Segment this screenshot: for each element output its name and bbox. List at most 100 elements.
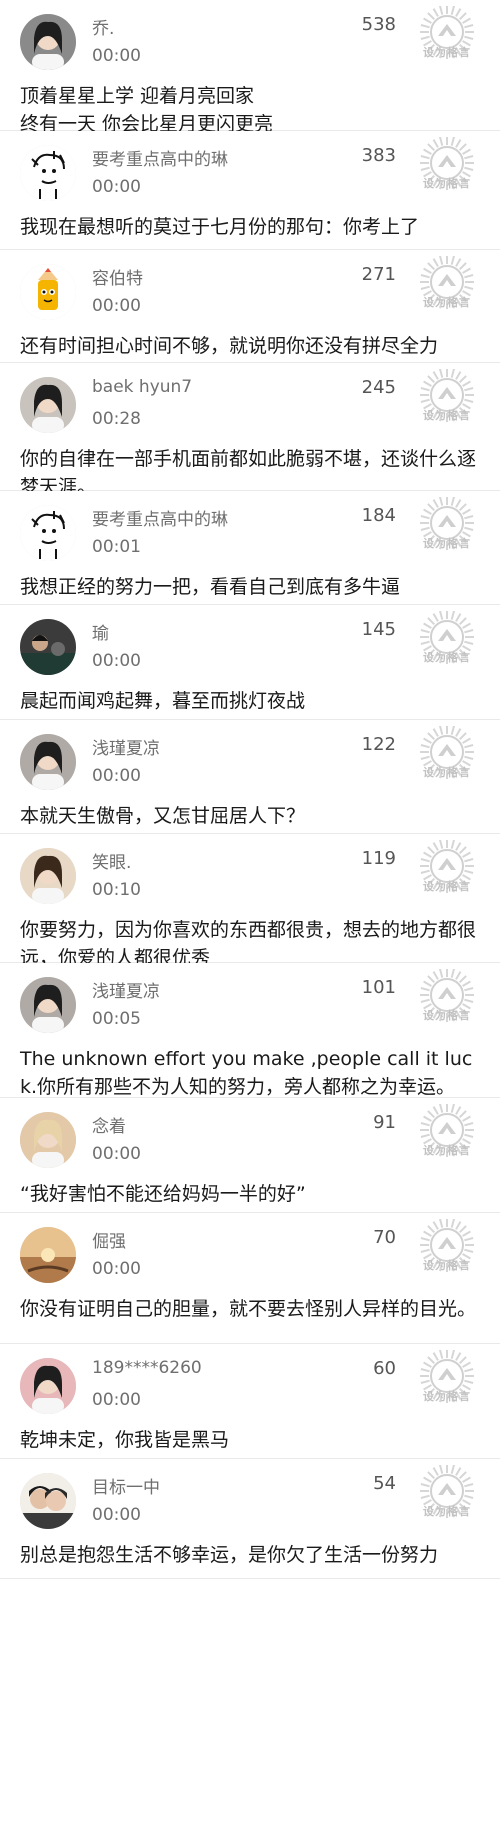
quote-text: 还有时间担心时间不够，就说明你还没有拼尽全力 — [20, 335, 439, 357]
quote-item[interactable]: 倔强 00:00 70 设为格言 你没有证明自己的胆量，就不要去怪别人异样的目光… — [0, 1213, 500, 1344]
set-as-motto-label: 设为格言 — [423, 1144, 471, 1157]
avatar[interactable] — [20, 14, 76, 70]
quote-item[interactable]: 念着 00:00 91 设为格言 “我好害怕不能还给妈妈一半的好” — [0, 1098, 500, 1213]
like-count: 383 — [361, 145, 396, 166]
set-as-motto-button[interactable]: 设为格言 — [416, 137, 478, 199]
like-count: 184 — [361, 505, 396, 526]
username[interactable]: 容伯特 — [92, 264, 143, 289]
avatar[interactable] — [20, 264, 76, 320]
audio-duration: 00:10 — [92, 880, 141, 900]
username[interactable]: 乔. — [92, 14, 114, 39]
set-as-motto-label: 设为格言 — [423, 409, 471, 422]
quote-text: 你没有证明自己的胆量，就不要去怪别人异样的目光。 — [20, 1298, 477, 1320]
set-as-motto-button[interactable]: 设为格言 — [416, 369, 478, 431]
username[interactable]: 浅瑾夏凉 — [92, 734, 160, 759]
set-as-motto-button[interactable]: 设为格言 — [416, 726, 478, 788]
set-as-motto-button[interactable]: 设为格言 — [416, 611, 478, 673]
like-count: 271 — [361, 264, 396, 285]
avatar[interactable] — [20, 734, 76, 790]
quote-item[interactable]: 乔. 00:00 538 设为格言 顶着星星上学 迎着月亮回家 终有一天 你会比星… — [0, 0, 500, 135]
set-as-motto-label: 设为格言 — [423, 880, 471, 893]
quote-text: 本就天生傲骨，又怎甘屈居人下？ — [20, 805, 306, 827]
username[interactable]: 瑜 — [92, 619, 109, 644]
avatar[interactable] — [20, 1112, 76, 1168]
like-count: 145 — [361, 619, 396, 640]
avatar[interactable] — [20, 977, 76, 1033]
audio-duration: 00:00 — [92, 766, 141, 786]
quote-text: “我好害怕不能还给妈妈一半的好” — [20, 1183, 306, 1205]
quote-text: 我想正经的努力一把，看看自己到底有多牛逼 — [20, 576, 401, 598]
audio-duration: 00:00 — [92, 177, 141, 197]
username[interactable]: 浅瑾夏凉 — [92, 977, 160, 1002]
audio-duration: 00:00 — [92, 1505, 141, 1525]
set-as-motto-label: 设为格言 — [423, 1390, 471, 1403]
like-count: 60 — [373, 1358, 396, 1379]
quote-item[interactable]: 容伯特 00:00 271 设为格言 还有时间担心时间不够，就说明你还没有拼尽全… — [0, 250, 500, 363]
avatar[interactable] — [20, 145, 76, 201]
set-as-motto-button[interactable]: 设为格言 — [416, 1219, 478, 1281]
set-as-motto-button[interactable]: 设为格言 — [416, 256, 478, 318]
quote-item[interactable]: 要考重点高中的琳 00:01 184 设为格言 我想正经的努力一把，看看自己到底… — [0, 491, 500, 605]
set-as-motto-label: 设为格言 — [423, 296, 471, 309]
set-as-motto-label: 设为格言 — [423, 46, 471, 59]
like-count: 91 — [373, 1112, 396, 1133]
like-count: 101 — [361, 977, 396, 998]
quote-text: 乾坤未定，你我皆是黑马 — [20, 1429, 230, 1451]
audio-duration: 00:01 — [92, 537, 141, 557]
set-as-motto-button[interactable]: 设为格言 — [416, 1350, 478, 1412]
quote-item[interactable]: baek hyun7 00:28 245 设为格言 你的自律在一部手机面前都如此… — [0, 363, 500, 498]
audio-duration: 00:00 — [92, 1259, 141, 1279]
username[interactable]: 目标一中 — [92, 1473, 160, 1498]
audio-duration: 00:00 — [92, 296, 141, 316]
quote-text: 晨起而闻鸡起舞，暮至而挑灯夜战 — [20, 690, 306, 712]
like-count: 538 — [361, 14, 396, 35]
avatar[interactable] — [20, 1358, 76, 1414]
avatar[interactable] — [20, 377, 76, 433]
set-as-motto-label: 设为格言 — [423, 651, 471, 664]
set-as-motto-button[interactable]: 设为格言 — [416, 840, 478, 902]
audio-duration: 00:00 — [92, 1144, 141, 1164]
username[interactable]: 要考重点高中的琳 — [92, 145, 228, 170]
username[interactable]: 倔强 — [92, 1227, 126, 1252]
set-as-motto-label: 设为格言 — [423, 766, 471, 779]
quote-item[interactable]: 189****6260 00:00 60 设为格言 乾坤未定，你我皆是黑马 — [0, 1344, 500, 1459]
set-as-motto-button[interactable]: 设为格言 — [416, 969, 478, 1031]
like-count: 119 — [361, 848, 396, 869]
quote-item[interactable]: 笑眼. 00:10 119 设为格言 你要努力，因为你喜欢的东西都很贵，想去的地… — [0, 834, 500, 969]
quote-text: 顶着星星上学 迎着月亮回家 终有一天 你会比星月更闪更亮 — [20, 85, 274, 135]
username[interactable]: 189****6260 — [92, 1358, 202, 1378]
avatar[interactable] — [20, 505, 76, 561]
audio-duration: 00:00 — [92, 651, 141, 671]
avatar[interactable] — [20, 848, 76, 904]
set-as-motto-label: 设为格言 — [423, 1259, 471, 1272]
like-count: 122 — [361, 734, 396, 755]
quote-text: 我现在最想听的莫过于七月份的那句：你考上了 — [20, 216, 420, 238]
set-as-motto-button[interactable]: 设为格言 — [416, 6, 478, 68]
username[interactable]: 笑眼. — [92, 848, 131, 873]
username[interactable]: 念着 — [92, 1112, 126, 1137]
quote-item[interactable]: 目标一中 00:00 54 设为格言 别总是抱怨生活不够幸运，是你欠了生活一份努… — [0, 1459, 500, 1579]
audio-duration: 00:28 — [92, 409, 141, 429]
quote-item[interactable]: 瑜 00:00 145 设为格言 晨起而闻鸡起舞，暮至而挑灯夜战 — [0, 605, 500, 720]
quote-item[interactable]: 要考重点高中的琳 00:00 383 设为格言 我现在最想听的莫过于七月份的那句… — [0, 131, 500, 250]
quote-text: The unknown effort you make ,people call… — [20, 1048, 473, 1098]
avatar[interactable] — [20, 619, 76, 675]
set-as-motto-label: 设为格言 — [423, 537, 471, 550]
set-as-motto-button[interactable]: 设为格言 — [416, 1465, 478, 1527]
like-count: 245 — [361, 377, 396, 398]
set-as-motto-label: 设为格言 — [423, 177, 471, 190]
like-count: 54 — [373, 1473, 396, 1494]
username[interactable]: 要考重点高中的琳 — [92, 505, 228, 530]
like-count: 70 — [373, 1227, 396, 1248]
audio-duration: 00:00 — [92, 1390, 141, 1410]
set-as-motto-button[interactable]: 设为格言 — [416, 497, 478, 559]
audio-duration: 00:00 — [92, 46, 141, 66]
avatar[interactable] — [20, 1473, 76, 1529]
set-as-motto-label: 设为格言 — [423, 1505, 471, 1518]
avatar[interactable] — [20, 1227, 76, 1283]
audio-duration: 00:05 — [92, 1009, 141, 1029]
username[interactable]: baek hyun7 — [92, 377, 192, 397]
quote-item[interactable]: 浅瑾夏凉 00:00 122 设为格言 本就天生傲骨，又怎甘屈居人下？ — [0, 720, 500, 834]
set-as-motto-button[interactable]: 设为格言 — [416, 1104, 478, 1166]
quote-item[interactable]: 浅瑾夏凉 00:05 101 设为格言 The unknown effort y… — [0, 963, 500, 1098]
